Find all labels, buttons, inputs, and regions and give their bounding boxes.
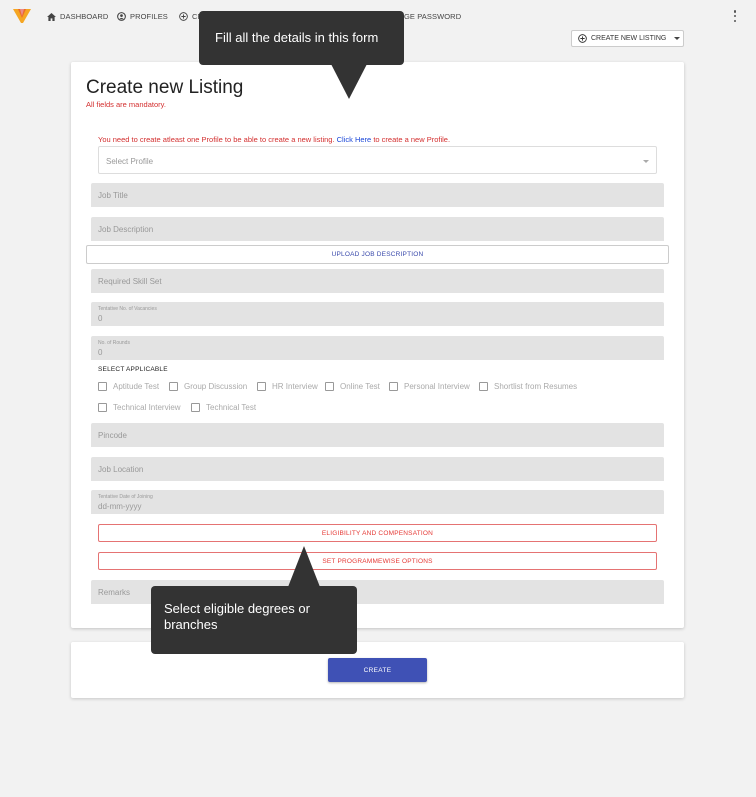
job-location-field[interactable]: Job Location bbox=[91, 457, 664, 481]
required-skill-set-field[interactable]: Required Skill Set bbox=[91, 269, 664, 293]
checkbox-online-test[interactable]: Online Test bbox=[325, 382, 380, 391]
upload-job-description-button[interactable]: UPLOAD JOB DESCRIPTION bbox=[86, 245, 669, 264]
job-title-placeholder: Job Title bbox=[98, 191, 128, 200]
add-circle-icon bbox=[578, 34, 587, 43]
pincode-placeholder: Pincode bbox=[98, 431, 127, 440]
checkbox-group-discussion[interactable]: Group Discussion bbox=[169, 382, 247, 391]
profile-warning-text: You need to create atleast one Profile t… bbox=[98, 135, 335, 144]
create-new-listing-button[interactable]: CREATE NEW LISTING bbox=[571, 30, 684, 47]
profile-warning: You need to create atleast one Profile t… bbox=[98, 135, 450, 144]
eligibility-compensation-button[interactable]: ELIGIBILITY AND COMPENSATION bbox=[98, 524, 657, 542]
checkbox-box[interactable] bbox=[191, 403, 200, 412]
page-title: Create new Listing bbox=[86, 77, 244, 98]
chevron-down-icon bbox=[643, 160, 649, 163]
checkbox-label: HR Interview bbox=[272, 382, 318, 391]
profile-icon bbox=[117, 12, 126, 21]
job-title-field[interactable]: Job Title bbox=[91, 183, 664, 207]
eligibility-hint-tooltip: Select eligible degrees or branches bbox=[151, 586, 357, 654]
joining-date-field[interactable]: Tentative Date of Joining dd-mm-yyyy bbox=[91, 490, 664, 514]
create-new-listing-label: CREATE NEW LISTING bbox=[591, 35, 667, 42]
select-profile-dropdown[interactable]: Select Profile bbox=[98, 146, 657, 174]
job-location-placeholder: Job Location bbox=[98, 465, 144, 474]
checkbox-hr-interview[interactable]: HR Interview bbox=[257, 382, 318, 391]
select-applicable-heading: SELECT APPLICABLE bbox=[98, 366, 168, 373]
checkbox-box[interactable] bbox=[257, 382, 266, 391]
checkbox-box[interactable] bbox=[98, 403, 107, 412]
job-description-field[interactable]: Job Description bbox=[91, 217, 664, 241]
chevron-down-icon bbox=[674, 37, 681, 40]
create-profile-link[interactable]: Click Here bbox=[337, 135, 372, 144]
checkbox-label: Online Test bbox=[340, 382, 380, 391]
select-profile-placeholder: Select Profile bbox=[106, 157, 154, 166]
nav-change-password[interactable]: GE PASSWORD bbox=[404, 12, 461, 21]
home-icon bbox=[47, 12, 56, 21]
pincode-field[interactable]: Pincode bbox=[91, 423, 664, 447]
add-circle-icon bbox=[179, 12, 188, 21]
checkbox-label: Aptitude Test bbox=[113, 382, 160, 391]
checkbox-box[interactable] bbox=[98, 382, 107, 391]
job-description-placeholder: Job Description bbox=[98, 225, 154, 234]
create-button[interactable]: CREATE bbox=[328, 658, 427, 682]
rounds-value: 0 bbox=[98, 348, 103, 357]
nav-dashboard-label: DASHBOARD bbox=[60, 12, 109, 21]
required-skill-set-placeholder: Required Skill Set bbox=[98, 277, 162, 286]
nav-profiles-label: PROFILES bbox=[130, 12, 168, 21]
checkbox-box[interactable] bbox=[479, 382, 488, 391]
checkbox-label: Group Discussion bbox=[184, 382, 248, 391]
checkbox-box[interactable] bbox=[325, 382, 334, 391]
vacancies-value: 0 bbox=[98, 314, 103, 323]
vacancies-field[interactable]: Tentative No. of Vacancies 0 bbox=[91, 302, 664, 326]
more-options-icon[interactable] bbox=[732, 8, 738, 24]
form-hint-tooltip: Fill all the details in this form bbox=[199, 11, 404, 65]
checkbox-box[interactable] bbox=[389, 382, 398, 391]
checkbox-technical-test[interactable]: Technical Test bbox=[191, 403, 256, 412]
tooltip-arrow bbox=[331, 64, 367, 99]
checkbox-label: Personal Interview bbox=[404, 382, 470, 391]
rounds-label: No. of Rounds bbox=[98, 340, 130, 346]
joining-date-placeholder: dd-mm-yyyy bbox=[98, 502, 142, 511]
rounds-field[interactable]: No. of Rounds 0 bbox=[91, 336, 664, 360]
programmewise-options-button[interactable]: SET PROGRAMMEWISE OPTIONS bbox=[98, 552, 657, 570]
checkbox-box[interactable] bbox=[169, 382, 178, 391]
nav-profiles[interactable]: PROFILES bbox=[117, 12, 168, 21]
remarks-placeholder: Remarks bbox=[98, 588, 131, 597]
nav-change-password-label: GE PASSWORD bbox=[404, 12, 462, 21]
checkbox-label: Technical Test bbox=[206, 403, 257, 412]
profile-warning-suffix: to create a new Profile. bbox=[373, 135, 451, 144]
vacancies-label: Tentative No. of Vacancies bbox=[98, 306, 157, 312]
checkbox-label: Shortlist from Resumes bbox=[494, 382, 578, 391]
checkbox-shortlist-from-resumes[interactable]: Shortlist from Resumes bbox=[479, 382, 577, 391]
checkbox-label: Technical Interview bbox=[113, 403, 181, 412]
mandatory-note: All fields are mandatory. bbox=[86, 100, 166, 109]
checkbox-personal-interview[interactable]: Personal Interview bbox=[389, 382, 470, 391]
checkbox-aptitude-test[interactable]: Aptitude Test bbox=[98, 382, 159, 391]
joining-date-label: Tentative Date of Joining bbox=[98, 494, 153, 500]
tooltip-arrow bbox=[288, 546, 320, 587]
nav-dashboard[interactable]: DASHBOARD bbox=[47, 12, 108, 21]
app-logo-icon[interactable] bbox=[12, 7, 32, 25]
checkbox-technical-interview[interactable]: Technical Interview bbox=[98, 403, 181, 412]
